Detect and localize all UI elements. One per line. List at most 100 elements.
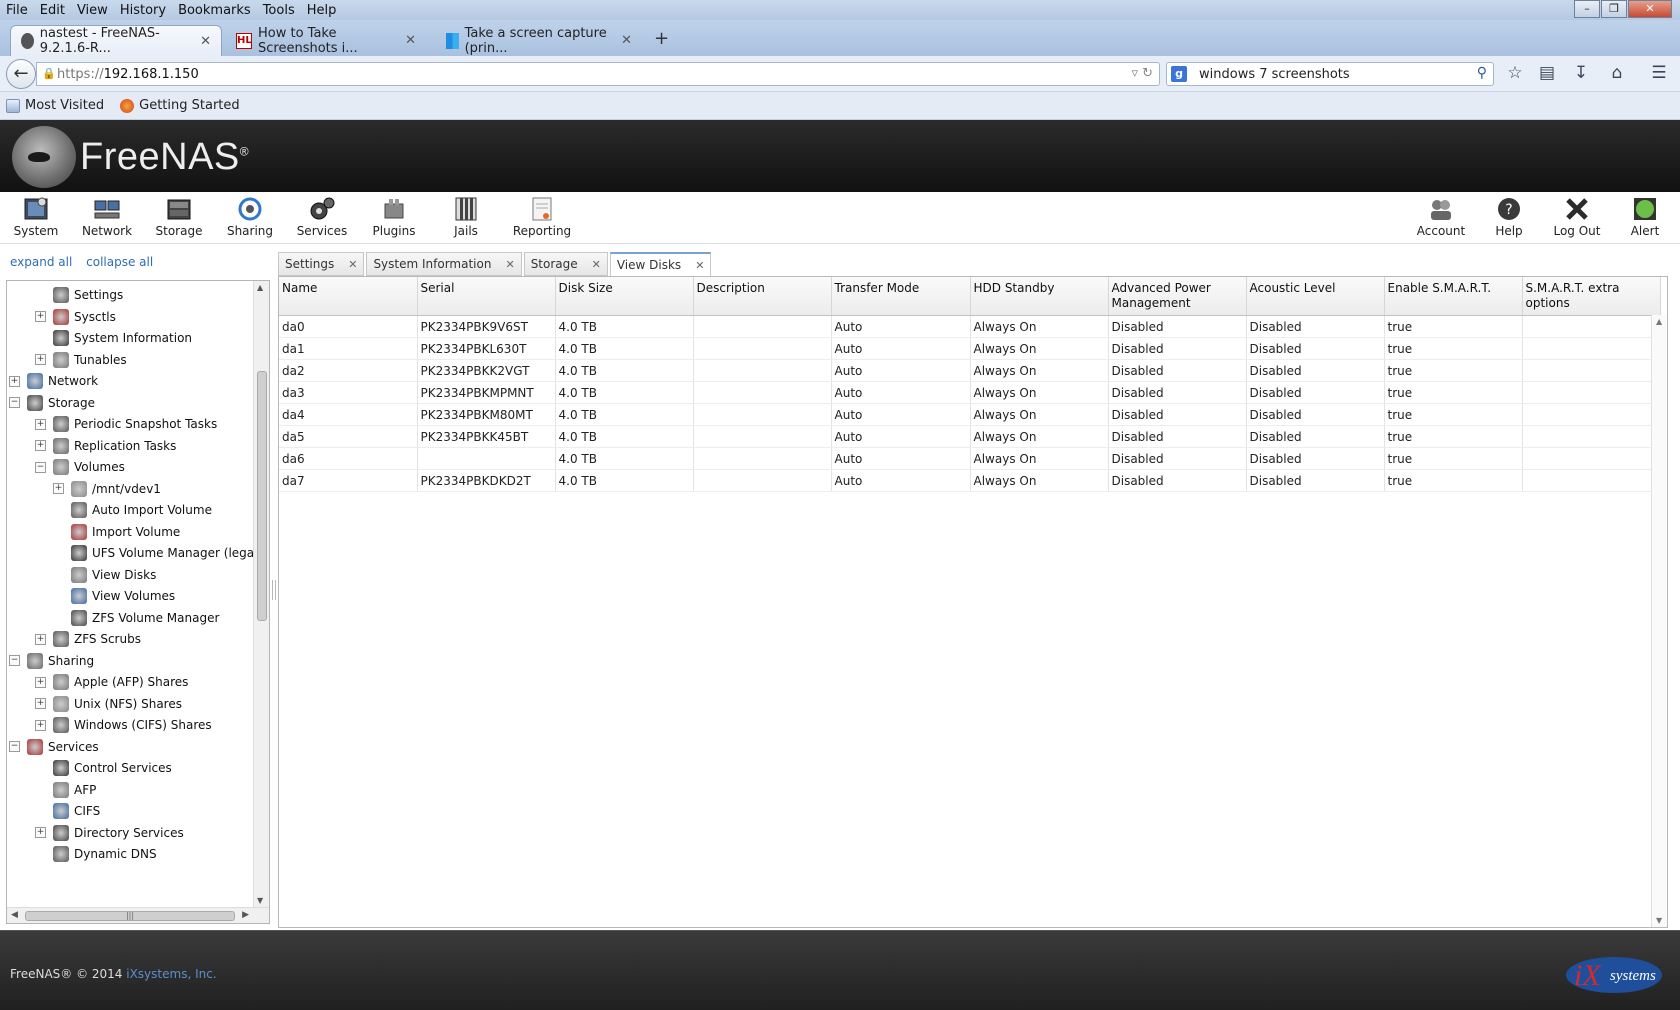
tree-node[interactable]: Dynamic DNS (35, 844, 157, 864)
tree-node[interactable]: + Directory Services (35, 823, 184, 843)
downloads-icon[interactable]: ↧ (1570, 63, 1592, 83)
expand-toggle-icon[interactable]: + (35, 418, 46, 430)
toolbar-account[interactable]: Account (1405, 194, 1477, 244)
toolbar-reporting[interactable]: Reporting (505, 194, 579, 244)
tree-node[interactable]: Control Services (35, 758, 172, 778)
tree-node[interactable]: System Information (35, 328, 192, 348)
toolbar-jails[interactable]: Jails (430, 194, 502, 244)
expand-toggle-icon[interactable]: + (35, 698, 46, 709)
toolbar-logout[interactable]: Log Out (1541, 194, 1613, 244)
table-row[interactable]: da6 4.0 TB Auto Always On Disabled Disabled tr… (279, 447, 1661, 470)
scroll-down-icon[interactable]: ▼ (257, 896, 263, 905)
expand-toggle-icon[interactable]: + (35, 827, 46, 838)
expand-toggle-icon[interactable]: + (35, 633, 46, 645)
minimize-button[interactable]: – (1574, 0, 1600, 18)
tab-close-icon[interactable]: ✕ (613, 33, 632, 48)
tree-node[interactable]: UFS Volume Manager (legacy) (53, 543, 255, 563)
table-row[interactable]: da0 PK2334PBK9V6ST 4.0 TB Auto Always On Disa… (279, 315, 1661, 338)
bookmark-most-visited[interactable]: Most Visited (6, 98, 104, 113)
tree-node[interactable]: + ZFS Scrubs (35, 629, 141, 649)
collapse-all-link[interactable]: collapse all (86, 255, 153, 269)
tree-node[interactable]: + Unix (NFS) Shares (35, 694, 182, 714)
collapse-toggle-icon[interactable]: − (35, 461, 46, 473)
scroll-down-icon[interactable]: ▼ (1656, 916, 1662, 925)
table-row[interactable]: da1 PK2334PBKL630T 4.0 TB Auto Always On Disa… (279, 337, 1661, 360)
tree-node[interactable]: − Services (9, 737, 99, 757)
column-header[interactable]: HDD Standby (970, 277, 1109, 316)
tree-node[interactable]: + Network (9, 371, 98, 391)
tab-close-icon[interactable]: ✕ (348, 258, 357, 271)
tree-node[interactable]: + Replication Tasks (35, 436, 176, 456)
url-bar[interactable]: 🔒 https://192.168.1.150 ▿ ↻ (36, 62, 1160, 86)
tree-node[interactable]: + Apple (AFP) Shares (35, 672, 188, 692)
toolbar-services[interactable]: Services (286, 194, 358, 244)
scroll-thumb[interactable] (257, 371, 267, 621)
tree-node[interactable]: CIFS (35, 801, 100, 821)
expand-toggle-icon[interactable]: + (35, 719, 46, 731)
tab-close-icon[interactable]: ✕ (192, 34, 211, 49)
tree-node[interactable]: + Sysctls (35, 307, 116, 327)
reload-icon[interactable]: ▿ ↻ (1131, 66, 1153, 81)
tree-node[interactable]: − Volumes (35, 457, 125, 477)
menu-edit[interactable]: Edit (34, 3, 71, 18)
tree-node[interactable]: + Tunables (35, 350, 127, 370)
collapse-toggle-icon[interactable]: − (9, 397, 20, 408)
expand-all-link[interactable]: expand all (10, 255, 72, 269)
expand-toggle-icon[interactable]: + (35, 676, 46, 688)
scroll-left-icon[interactable]: ◀ (11, 910, 18, 920)
tree-node[interactable]: View Disks (53, 565, 156, 585)
tab-close-icon[interactable]: ✕ (397, 33, 416, 48)
tree-vertical-scrollbar[interactable]: ▲ ▼ (253, 281, 269, 907)
pane-splitter[interactable] (272, 580, 276, 600)
expand-toggle-icon[interactable]: + (35, 354, 46, 365)
scroll-thumb[interactable]: ||| (25, 911, 235, 921)
tab-system-information[interactable]: System Information ✕ (366, 252, 522, 276)
column-header[interactable]: Serial (417, 277, 556, 316)
browser-tab-freenas[interactable]: nastest - FreeNAS-9.2.1.6-R... ✕ (10, 25, 222, 56)
menu-hamburger-icon[interactable]: ☰ (1648, 63, 1670, 83)
column-header[interactable]: Disk Size (555, 277, 694, 316)
table-row[interactable]: da2 PK2334PBKK2VGT 4.0 TB Auto Always On Disa… (279, 359, 1661, 382)
expand-toggle-icon[interactable]: + (35, 311, 46, 322)
table-row[interactable]: da4 PK2334PBKM80MT 4.0 TB Auto Always On Disa… (279, 403, 1661, 426)
toolbar-system[interactable]: System (0, 194, 72, 244)
tab-storage[interactable]: Storage ✕ (523, 252, 608, 276)
toolbar-storage[interactable]: Storage (143, 194, 215, 244)
table-row[interactable]: da3 PK2334PBKMPMNT 4.0 TB Auto Always On Disa… (279, 381, 1661, 404)
tab-close-icon[interactable]: ✕ (505, 258, 514, 271)
home-icon[interactable]: ⌂ (1606, 63, 1628, 83)
table-row[interactable]: da7 PK2334PBKDKD2T 4.0 TB Auto Always On Disa… (279, 469, 1661, 492)
tree-node[interactable]: − Storage (9, 393, 95, 413)
column-header[interactable]: Acoustic Level (1246, 277, 1385, 316)
search-icon[interactable]: ⚲ (1477, 65, 1487, 81)
menu-file[interactable]: File (0, 3, 34, 18)
collapse-toggle-icon[interactable]: − (9, 741, 20, 752)
toolbar-network[interactable]: Network (71, 194, 143, 244)
scroll-up-icon[interactable]: ▲ (1656, 317, 1662, 326)
bookmarks-list-icon[interactable]: ▤ (1536, 63, 1558, 83)
tree-node[interactable]: ZFS Volume Manager (53, 608, 219, 628)
bookmark-getting-started[interactable]: Getting Started (120, 98, 240, 113)
tree-node[interactable]: AFP (35, 780, 96, 800)
tab-close-icon[interactable]: ✕ (592, 258, 601, 271)
tree-node[interactable]: − Sharing (9, 651, 94, 671)
bookmark-star-icon[interactable]: ☆ (1504, 63, 1526, 83)
toolbar-alert[interactable]: Alert (1609, 194, 1680, 244)
browser-tab-capture[interactable]: Take a screen capture (prin... ✕ (436, 25, 642, 56)
column-header[interactable]: Advanced Power Management (1108, 277, 1247, 316)
scroll-right-icon[interactable]: ▶ (242, 910, 249, 920)
maximize-button[interactable]: ❐ (1601, 0, 1627, 18)
column-header[interactable]: Name (279, 277, 418, 316)
back-button[interactable]: ← (6, 59, 36, 89)
tab-close-icon[interactable]: ✕ (695, 259, 704, 272)
collapse-toggle-icon[interactable]: − (9, 655, 20, 666)
expand-toggle-icon[interactable]: + (9, 375, 20, 387)
browser-tab-howto[interactable]: HL How to Take Screenshots i... ✕ (226, 25, 426, 56)
column-header[interactable]: Description (693, 277, 832, 316)
expand-toggle-icon[interactable]: + (53, 483, 64, 494)
tab-view-disks[interactable]: View Disks ✕ (609, 252, 712, 277)
grid-vertical-scrollbar[interactable]: ▲ ▼ (1651, 315, 1667, 927)
toolbar-plugins[interactable]: Plugins (358, 194, 430, 244)
google-search-icon[interactable]: g (1171, 66, 1187, 82)
menu-bookmarks[interactable]: Bookmarks (172, 3, 257, 18)
